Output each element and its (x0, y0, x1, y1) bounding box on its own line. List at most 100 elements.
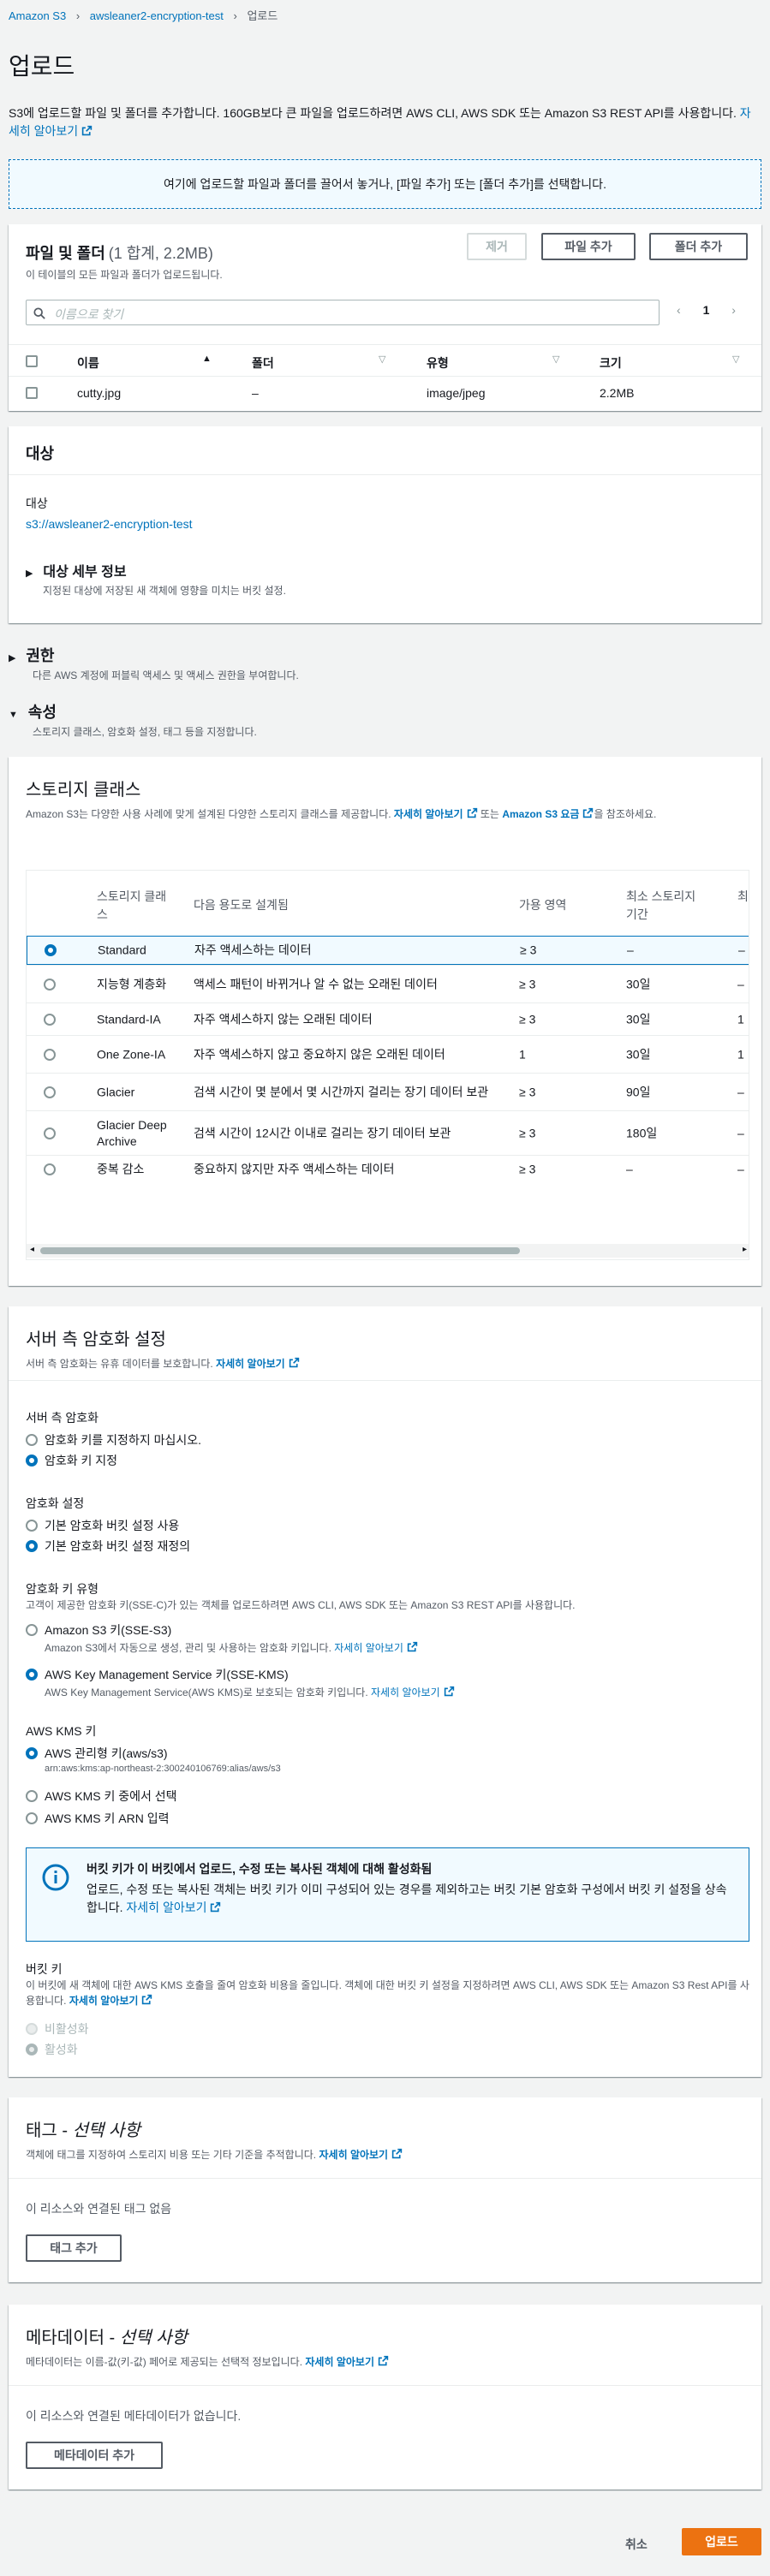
storage-class-row[interactable]: One Zone-IA 자주 액세스하지 않고 중요하지 않은 오래된 데이터 1 3… (27, 1035, 749, 1073)
scrollbar-thumb[interactable] (40, 1247, 520, 1254)
remove-button[interactable]: 제거 (467, 233, 527, 260)
external-link-icon (583, 807, 594, 818)
files-count: (1 합계, 2.2MB) (108, 245, 213, 262)
learn-more-link[interactable]: 자세히 알아보기 (319, 2148, 403, 2161)
col-type[interactable]: 유형 (427, 354, 449, 372)
info-icon (42, 1864, 69, 1891)
radio-selected[interactable] (26, 1455, 38, 1466)
sort-icon[interactable]: ▽ (379, 354, 385, 365)
radio[interactable] (26, 1790, 38, 1802)
kms-option-managed[interactable]: AWS 관리형 키(aws/s3) (26, 1745, 168, 1762)
radio[interactable] (44, 1013, 56, 1026)
sse-option-specify[interactable]: 암호화 키 지정 (26, 1452, 117, 1469)
storage-class-min: – (626, 1162, 633, 1175)
learn-more-link[interactable]: 자세히 알아보기 (216, 1357, 300, 1370)
bucket-key-disable: 비활성화 (26, 2020, 89, 2038)
radio[interactable] (44, 1127, 56, 1139)
select-all-checkbox[interactable] (26, 355, 38, 367)
storage-class-min: 30일 (626, 1047, 651, 1061)
storage-class-row[interactable]: 중복 감소 중요하지 않지만 자주 액세스하는 데이터 ≥ 3 – – (27, 1155, 749, 1182)
radio[interactable] (26, 1520, 38, 1532)
encryption-title: 서버 측 암호화 설정 (26, 1330, 166, 1349)
sort-icon[interactable]: ▽ (732, 354, 739, 365)
row-checkbox[interactable] (26, 387, 38, 399)
metadata-desc: 메타데이터는 이름-값(키-값) 페어로 제공되는 선택적 정보입니다. 자세히… (26, 2354, 389, 2369)
cancel-button[interactable]: 취소 (625, 2536, 648, 2553)
settings-option-default[interactable]: 기본 암호화 버킷 설정 사용 (26, 1517, 179, 1534)
tags-empty: 이 리소스와 연결된 태그 없음 (26, 2202, 172, 2216)
search-input[interactable]: 이름으로 찾기 (26, 300, 660, 325)
storage-class-row[interactable]: Standard 자주 액세스하는 데이터 ≥ 3 – – (27, 936, 749, 965)
storage-class-panel: 스토리지 클래스 Amazon S3는 다양한 사용 사례에 맞게 설계된 다양… (9, 757, 761, 1286)
metadata-empty: 이 리소스와 연결된 메타데이터가 없습니다. (26, 2409, 242, 2423)
radio[interactable] (26, 1812, 38, 1824)
kms-option-arn[interactable]: AWS KMS 키 ARN 입력 (26, 1810, 169, 1827)
sse-option-none[interactable]: 암호화 키를 지정하지 마십시오. (26, 1431, 201, 1449)
storage-class-use: 액세스 패턴이 바뀌거나 알 수 없는 오래된 데이터 (194, 977, 438, 991)
learn-more-link[interactable]: 자세히 알아보기 (69, 1994, 153, 2007)
kms-managed-arn: arn:aws:kms:ap-northeast-2:300240106769:… (45, 1764, 281, 1774)
external-link-icon (378, 2355, 389, 2366)
add-folder-button[interactable]: 폴더 추가 (649, 233, 748, 260)
pagination: ‹ 1 › (677, 303, 754, 317)
scroll-left-icon[interactable]: ◂ (30, 1245, 34, 1254)
sort-asc-icon[interactable]: ▲ (202, 354, 212, 364)
learn-more-link[interactable]: 자세히 알아보기 (305, 2355, 389, 2368)
add-tag-button[interactable]: 태그 추가 (26, 2234, 122, 2262)
settings-option-override[interactable]: 기본 암호화 버킷 설정 재정의 (26, 1538, 190, 1555)
storage-class-min: 30일 (626, 1012, 651, 1026)
radio[interactable] (44, 1086, 56, 1098)
storage-desc: Amazon S3는 다양한 사용 사례에 맞게 설계된 다양한 스토리지 클래… (26, 807, 657, 820)
add-metadata-button[interactable]: 메타데이터 추가 (26, 2442, 163, 2469)
col-name[interactable]: 이름 (77, 354, 99, 372)
destination-link[interactable]: s3://awsleaner2-encryption-test (26, 517, 193, 531)
col-size[interactable]: 크기 (600, 354, 622, 372)
radio-selected[interactable] (45, 944, 57, 956)
col-folder[interactable]: 폴더 (252, 354, 274, 372)
radio-selected[interactable] (26, 1540, 38, 1552)
properties-toggle[interactable]: ▼ 속성 (9, 700, 57, 723)
breadcrumb-bucket[interactable]: awsleaner2-encryption-test (90, 9, 224, 22)
learn-more-link[interactable]: 자세히 알아보기 (334, 1641, 418, 1654)
permissions-toggle[interactable]: ▶ 권한 (9, 644, 54, 666)
key-type-sse-kms[interactable]: AWS Key Management Service 키(SSE-KMS) (26, 1666, 289, 1683)
sort-icon[interactable]: ▽ (552, 354, 559, 365)
radio[interactable] (26, 1434, 38, 1446)
radio[interactable] (44, 1048, 56, 1061)
breadcrumb-current: 업로드 (247, 9, 278, 22)
storage-class-min: 180일 (626, 1126, 658, 1139)
storage-class-name: 지능형 계층화 (97, 977, 167, 991)
horizontal-scrollbar[interactable]: ◂ ▸ (27, 1244, 749, 1258)
storage-class-az: 1 (519, 1047, 526, 1061)
drop-zone[interactable]: 여기에 업로드할 파일과 폴더를 끌어서 놓거나, [파일 추가] 또는 [폴더… (9, 159, 761, 209)
pricing-link[interactable]: Amazon S3 요금 (502, 807, 594, 820)
page-number[interactable]: 1 (703, 303, 710, 317)
prev-page-icon[interactable]: ‹ (677, 303, 681, 317)
storage-class-az: ≥ 3 (519, 977, 536, 991)
upload-button[interactable]: 업로드 (682, 2528, 761, 2555)
radio-selected[interactable] (26, 1747, 38, 1759)
next-page-icon[interactable]: › (731, 303, 736, 317)
destination-details-toggle[interactable]: ▶ 대상 세부 정보 (26, 560, 127, 580)
table-row[interactable]: cutty.jpg – image/jpeg 2.2MB (9, 377, 761, 409)
breadcrumb-root[interactable]: Amazon S3 (9, 9, 66, 22)
storage-class-row[interactable]: Glacier Deep Archive 검색 시간이 12시간 이내로 걸리는 … (27, 1110, 749, 1155)
radio-selected[interactable] (26, 1669, 38, 1681)
tags-desc: 객체에 태그를 지정하여 스토리지 비용 또는 기타 기준을 추적합니다. 자세… (26, 2147, 403, 2162)
add-files-button[interactable]: 파일 추가 (541, 233, 636, 260)
page-description: S3에 업로드할 파일 및 폴더를 추가합니다. 160GB보다 큰 파일을 업… (9, 106, 751, 138)
storage-class-az: ≥ 3 (519, 1012, 536, 1026)
scroll-right-icon[interactable]: ▸ (743, 1245, 747, 1254)
radio[interactable] (26, 1624, 38, 1636)
learn-more-link[interactable]: 자세히 알아보기 (394, 807, 478, 820)
key-type-sse-s3[interactable]: Amazon S3 키(SSE-S3) (26, 1621, 171, 1639)
storage-class-row[interactable]: Glacier 검색 시간이 몇 분에서 몇 시간까지 걸리는 장기 데이터 보관… (27, 1073, 749, 1110)
radio[interactable] (44, 978, 56, 991)
radio[interactable] (44, 1163, 56, 1175)
kms-option-choose[interactable]: AWS KMS 키 중에서 선택 (26, 1788, 177, 1805)
col-min-duration: 최소 스토리지 기간 (626, 889, 696, 921)
learn-more-link[interactable]: 자세히 알아보기 (371, 1686, 455, 1698)
learn-more-link[interactable]: 자세히 알아보기 (126, 1901, 221, 1914)
storage-class-row[interactable]: Standard-IA 자주 액세스하지 않는 오래된 데이터 ≥ 3 30일 1 (27, 1002, 749, 1035)
storage-class-row[interactable]: 지능형 계층화 액세스 패턴이 바뀌거나 알 수 없는 오래된 데이터 ≥ 3 30일… (27, 965, 749, 1002)
